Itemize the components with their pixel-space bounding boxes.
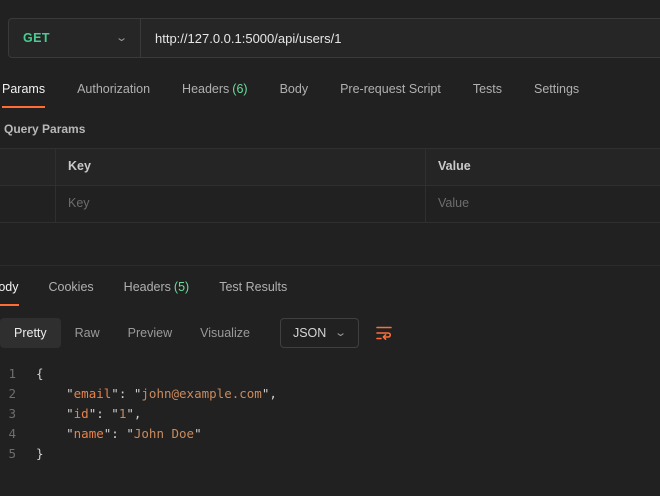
code-line-content: "id": "1", bbox=[36, 404, 141, 424]
tab-tests[interactable]: Tests bbox=[473, 82, 502, 108]
request-bar: GET ⌄ bbox=[8, 18, 660, 58]
tab-label: Headers bbox=[124, 280, 171, 294]
tab-body[interactable]: Body bbox=[280, 82, 309, 108]
tab-params[interactable]: Params bbox=[2, 82, 45, 108]
tab-headers[interactable]: Headers(6) bbox=[182, 82, 248, 108]
view-pretty-button[interactable]: Pretty bbox=[0, 318, 61, 348]
tab-label: Tests bbox=[473, 82, 502, 96]
response-code: 1{2 "email": "john@example.com",3 "id": … bbox=[0, 364, 660, 464]
response-tab-body[interactable]: Body bbox=[0, 280, 19, 306]
value-input-cell[interactable]: Value bbox=[425, 186, 660, 222]
url-input[interactable] bbox=[141, 19, 660, 57]
format-dropdown[interactable]: JSON ⌄ bbox=[280, 318, 359, 348]
view-preview-button[interactable]: Preview bbox=[114, 318, 186, 348]
response-toolbar: Pretty Raw Preview Visualize JSON ⌄ bbox=[0, 318, 660, 348]
chevron-down-icon: ⌄ bbox=[334, 328, 347, 339]
tab-label: Body bbox=[0, 280, 19, 294]
tab-label: Test Results bbox=[219, 280, 287, 294]
key-input-cell[interactable]: Key bbox=[55, 186, 425, 222]
chevron-down-icon: ⌄ bbox=[115, 33, 128, 44]
value-column-header: Value bbox=[425, 149, 660, 185]
table-header-row: Key Value bbox=[0, 149, 660, 186]
code-line: 5} bbox=[0, 444, 660, 464]
wrap-text-icon[interactable] bbox=[375, 324, 395, 342]
table-row: Key Value bbox=[0, 186, 660, 222]
tab-pre-request-script[interactable]: Pre-request Script bbox=[340, 82, 441, 108]
code-line-content: "name": "John Doe" bbox=[36, 424, 202, 444]
line-number: 5 bbox=[0, 444, 36, 464]
response-section: Body Cookies Headers(5) Test Results Pre… bbox=[0, 265, 660, 464]
row-checkbox-cell[interactable] bbox=[0, 186, 55, 222]
tab-label: Headers bbox=[182, 82, 229, 96]
tab-label: Settings bbox=[534, 82, 579, 96]
code-line: 1{ bbox=[0, 364, 660, 384]
response-tab-cookies[interactable]: Cookies bbox=[49, 280, 94, 306]
code-line-content: } bbox=[36, 444, 44, 464]
view-visualize-button[interactable]: Visualize bbox=[186, 318, 264, 348]
tab-count: (6) bbox=[232, 82, 247, 96]
line-number: 2 bbox=[0, 384, 36, 404]
query-params-table: Key Value Key Value bbox=[0, 148, 660, 223]
code-line: 2 "email": "john@example.com", bbox=[0, 384, 660, 404]
tab-count: (5) bbox=[174, 280, 189, 294]
code-line-content: "email": "john@example.com", bbox=[36, 384, 277, 404]
format-label: JSON bbox=[293, 326, 326, 340]
tab-authorization[interactable]: Authorization bbox=[77, 82, 150, 108]
code-line: 3 "id": "1", bbox=[0, 404, 660, 424]
response-tab-headers[interactable]: Headers(5) bbox=[124, 280, 190, 306]
view-raw-button[interactable]: Raw bbox=[61, 318, 114, 348]
tab-label: Body bbox=[280, 82, 309, 96]
response-tab-test-results[interactable]: Test Results bbox=[219, 280, 287, 306]
line-number: 1 bbox=[0, 364, 36, 384]
request-tabs: Params Authorization Headers(6) Body Pre… bbox=[2, 82, 660, 108]
tab-label: Authorization bbox=[77, 82, 150, 96]
line-number: 4 bbox=[0, 424, 36, 444]
tab-label: Params bbox=[2, 82, 45, 96]
line-number: 3 bbox=[0, 404, 36, 424]
tab-label: Cookies bbox=[49, 280, 94, 294]
tab-label: Pre-request Script bbox=[340, 82, 441, 96]
key-column-header: Key bbox=[55, 149, 425, 185]
code-line-content: { bbox=[36, 364, 44, 384]
tab-settings[interactable]: Settings bbox=[534, 82, 579, 108]
query-params-title: Query Params bbox=[4, 122, 660, 136]
method-label: GET bbox=[23, 31, 50, 45]
response-tabs: Body Cookies Headers(5) Test Results bbox=[0, 280, 660, 306]
checkbox-column-header bbox=[0, 149, 55, 185]
code-line: 4 "name": "John Doe" bbox=[0, 424, 660, 444]
method-dropdown[interactable]: GET ⌄ bbox=[9, 19, 141, 57]
